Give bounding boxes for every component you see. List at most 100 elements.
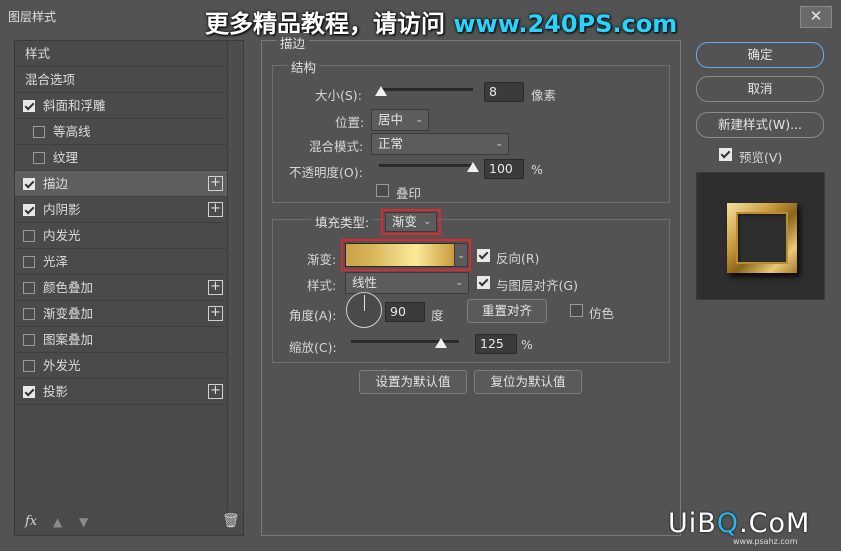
watermark-text: 更多精品教程，请访问 [205, 10, 454, 38]
stroke-settings-panel: 描边 结构 大小(S): 8 像素 位置: 居中 ⌄ 混合模式: 正常 ⌄ 不透明度… [261, 33, 681, 536]
style-item[interactable]: 光泽 [15, 249, 227, 275]
align-with-layer-checkbox[interactable] [477, 276, 490, 289]
opacity-slider-track[interactable] [379, 164, 473, 167]
dither-label: 仿色 [589, 306, 615, 321]
size-input[interactable]: 8 [484, 82, 524, 102]
angle-label: 角度(A): [289, 308, 337, 323]
style-item[interactable]: 渐变叠加 + [15, 301, 227, 327]
preview-label: 预览(V) [739, 150, 783, 165]
ok-button[interactable]: 确定 [696, 42, 824, 68]
angle-dial[interactable] [346, 292, 382, 328]
style-item[interactable]: 混合选项 [15, 67, 227, 93]
title-bar: 图层样式 更多精品教程，请访问 www.240PS.com ✕ [0, 0, 841, 38]
scale-label: 缩放(C): [289, 340, 337, 355]
close-icon[interactable]: ✕ [800, 6, 832, 28]
gradient-label: 渐变: [307, 252, 337, 267]
styles-list-scrollbar[interactable] [227, 41, 243, 511]
gradient-swatch[interactable] [345, 243, 455, 267]
style-item-checkbox[interactable] [23, 204, 35, 216]
add-effect-icon[interactable]: + [208, 176, 223, 191]
reset-default-button[interactable]: 复位为默认值 [474, 370, 582, 394]
style-item-checkbox[interactable] [23, 256, 35, 268]
style-item[interactable]: 内阴影 + [15, 197, 227, 223]
style-item[interactable]: 等高线 [15, 119, 227, 145]
add-effect-icon[interactable]: + [208, 306, 223, 321]
angle-unit: 度 [431, 308, 444, 323]
cancel-button[interactable]: 取消 [696, 76, 824, 102]
preview-checkbox[interactable] [719, 148, 732, 161]
size-slider-thumb[interactable] [374, 86, 387, 96]
size-slider-track[interactable] [379, 88, 473, 91]
style-item-checkbox[interactable] [33, 126, 45, 138]
watermark-url: www.240PS.com [453, 10, 678, 38]
align-with-layer-label: 与图层对齐(G) [496, 278, 578, 293]
style-item[interactable]: 描边 + [15, 171, 227, 197]
gradient-style-select-value: 线性 [352, 275, 378, 290]
opacity-label: 不透明度(O): [289, 165, 363, 180]
style-item-label: 混合选项 [25, 72, 76, 87]
scale-slider-thumb[interactable] [434, 338, 447, 348]
move-up-icon[interactable]: ▲ [53, 515, 62, 529]
style-item-checkbox[interactable] [23, 308, 35, 320]
style-item-label: 样式 [25, 46, 51, 61]
opacity-slider-thumb[interactable] [467, 162, 479, 172]
style-item-checkbox[interactable] [23, 100, 35, 112]
style-item[interactable]: 斜面和浮雕 [15, 93, 227, 119]
style-item-checkbox[interactable] [23, 178, 35, 190]
style-preview [696, 172, 825, 300]
chevron-down-icon: ⌄ [495, 139, 503, 149]
position-select-value: 居中 [378, 112, 404, 127]
reverse-label: 反向(R) [496, 251, 540, 266]
style-item-checkbox[interactable] [23, 230, 35, 242]
trash-icon[interactable]: 🗑 [222, 513, 240, 529]
fill-type-label: 填充类型: [311, 212, 374, 231]
reverse-checkbox[interactable] [477, 249, 490, 262]
style-item-label: 内发光 [43, 228, 81, 243]
opacity-unit: % [531, 162, 543, 177]
style-label: 样式: [307, 278, 337, 293]
style-item[interactable]: 图案叠加 [15, 327, 227, 353]
style-item-label: 投影 [43, 384, 69, 399]
fill-type-select[interactable]: 渐变 ⌄ [385, 212, 437, 232]
style-item[interactable]: 内发光 [15, 223, 227, 249]
reset-alignment-button[interactable]: 重置对齐 [467, 299, 547, 323]
style-item[interactable]: 外发光 [15, 353, 227, 379]
chevron-down-icon: ⌄ [455, 278, 463, 288]
corner-watermark-post: .CoM [739, 508, 811, 539]
gradient-style-select[interactable]: 线性 ⌄ [345, 272, 469, 294]
style-item-checkbox[interactable] [23, 334, 35, 346]
dialog-actions: 确定 取消 新建样式(W)... 预览(V) [695, 40, 827, 310]
fx-icon[interactable]: fx [25, 514, 37, 529]
fill-type-select-value: 渐变 [392, 214, 418, 229]
style-item[interactable]: 纹理 [15, 145, 227, 171]
style-item[interactable]: 颜色叠加 + [15, 275, 227, 301]
style-item-checkbox[interactable] [33, 152, 45, 164]
style-item-label: 内阴影 [43, 202, 81, 217]
window-title: 图层样式 [8, 10, 57, 24]
corner-watermark-pre: UiB [668, 508, 717, 539]
scale-unit: % [521, 337, 533, 352]
preview-gold-frame [727, 203, 797, 273]
set-default-button[interactable]: 设置为默认值 [359, 370, 467, 394]
add-effect-icon[interactable]: + [208, 280, 223, 295]
add-effect-icon[interactable]: + [208, 384, 223, 399]
style-item[interactable]: 投影 + [15, 379, 227, 405]
position-select[interactable]: 居中 ⌄ [371, 109, 429, 131]
blend-mode-select[interactable]: 正常 ⌄ [371, 133, 509, 155]
overprint-checkbox[interactable] [376, 184, 389, 197]
add-effect-icon[interactable]: + [208, 202, 223, 217]
scale-input[interactable]: 125 [475, 334, 517, 354]
new-style-button[interactable]: 新建样式(W)... [696, 112, 824, 138]
style-item-label: 纹理 [53, 150, 79, 165]
chevron-down-icon: ⌄ [423, 217, 431, 227]
blend-mode-label: 混合模式: [309, 139, 364, 154]
style-item-checkbox[interactable] [23, 282, 35, 294]
move-down-icon[interactable]: ▼ [79, 515, 88, 529]
style-item-checkbox[interactable] [23, 386, 35, 398]
style-item[interactable]: 样式 [15, 41, 227, 67]
style-item-checkbox[interactable] [23, 360, 35, 372]
angle-input[interactable]: 90 [385, 302, 425, 322]
gradient-picker-toggle[interactable]: ⌄ [454, 243, 468, 267]
opacity-input[interactable]: 100 [484, 159, 524, 179]
dither-checkbox[interactable] [570, 304, 583, 317]
